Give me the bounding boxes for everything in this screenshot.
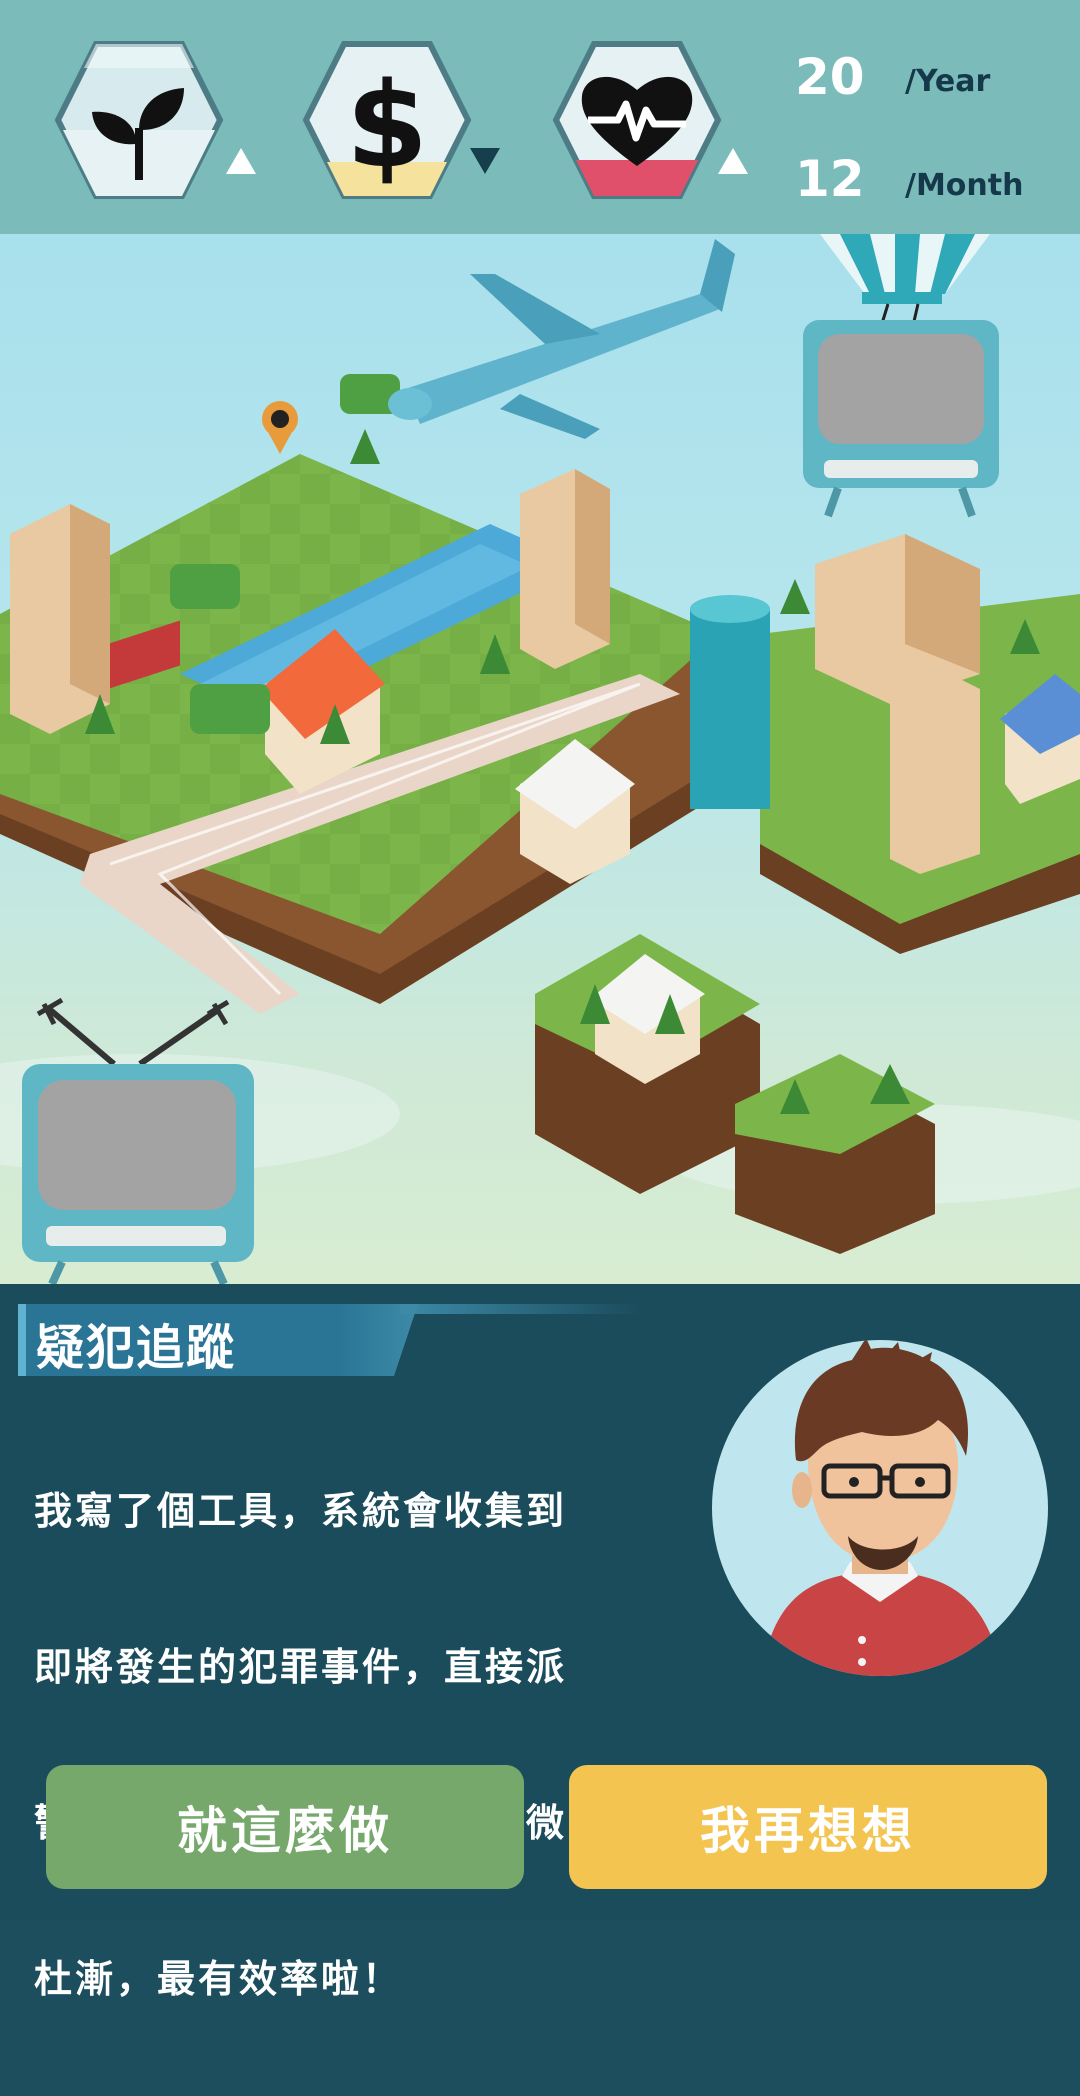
heartbeat-icon (552, 41, 722, 199)
title-stripe (400, 1304, 640, 1314)
money-trend-down-icon (470, 148, 500, 174)
month-value: 12 (795, 150, 865, 208)
dollar-icon: $ (302, 41, 472, 199)
month-unit: /Month (905, 168, 1024, 203)
balloon-tv-icon (803, 234, 999, 518)
money-stat[interactable]: $ (302, 38, 472, 203)
year-unit: /Year (905, 64, 991, 99)
status-hud: $ 20 /Year 12 /Month (0, 0, 1080, 234)
isometric-city-illustration (0, 234, 1080, 1284)
health-trend-up-icon (718, 148, 748, 174)
dialogue-line: 即將發生的犯罪事件，直接派 (34, 1645, 568, 1689)
sprout-icon (54, 41, 224, 199)
speaker-avatar (712, 1340, 1048, 1676)
tower-left (10, 504, 110, 734)
city-scene (0, 234, 1080, 1284)
environment-stat[interactable] (54, 38, 224, 203)
svg-text:$: $ (346, 56, 428, 194)
airplane (388, 239, 735, 439)
dialogue-text: 我寫了個工具，系統會收集到 即將發生的犯罪事件，直接派 警察把疑犯抓起來，這樣防… (34, 1394, 644, 2096)
speaker-portrait-icon (762, 1340, 1002, 1676)
accept-button[interactable]: 就這麼做 (46, 1765, 524, 1889)
dialogue-title: 疑犯追蹤 (36, 1320, 237, 1376)
environment-trend-up-icon (226, 148, 256, 174)
dialogue-line: 我寫了個工具，系統會收集到 (34, 1489, 568, 1533)
dialogue-line: 杜漸，最有效率啦！ (34, 1957, 404, 2001)
year-value: 20 (795, 48, 865, 106)
antenna-tv-icon (22, 997, 254, 1284)
health-stat[interactable] (552, 38, 722, 203)
dialogue-panel: 疑犯追蹤 我寫了個工具，系統會收集到 即將發生的犯罪事件，直接派 警察把疑犯抓起… (0, 1284, 1080, 2001)
reconsider-button[interactable]: 我再想想 (569, 1765, 1047, 1889)
